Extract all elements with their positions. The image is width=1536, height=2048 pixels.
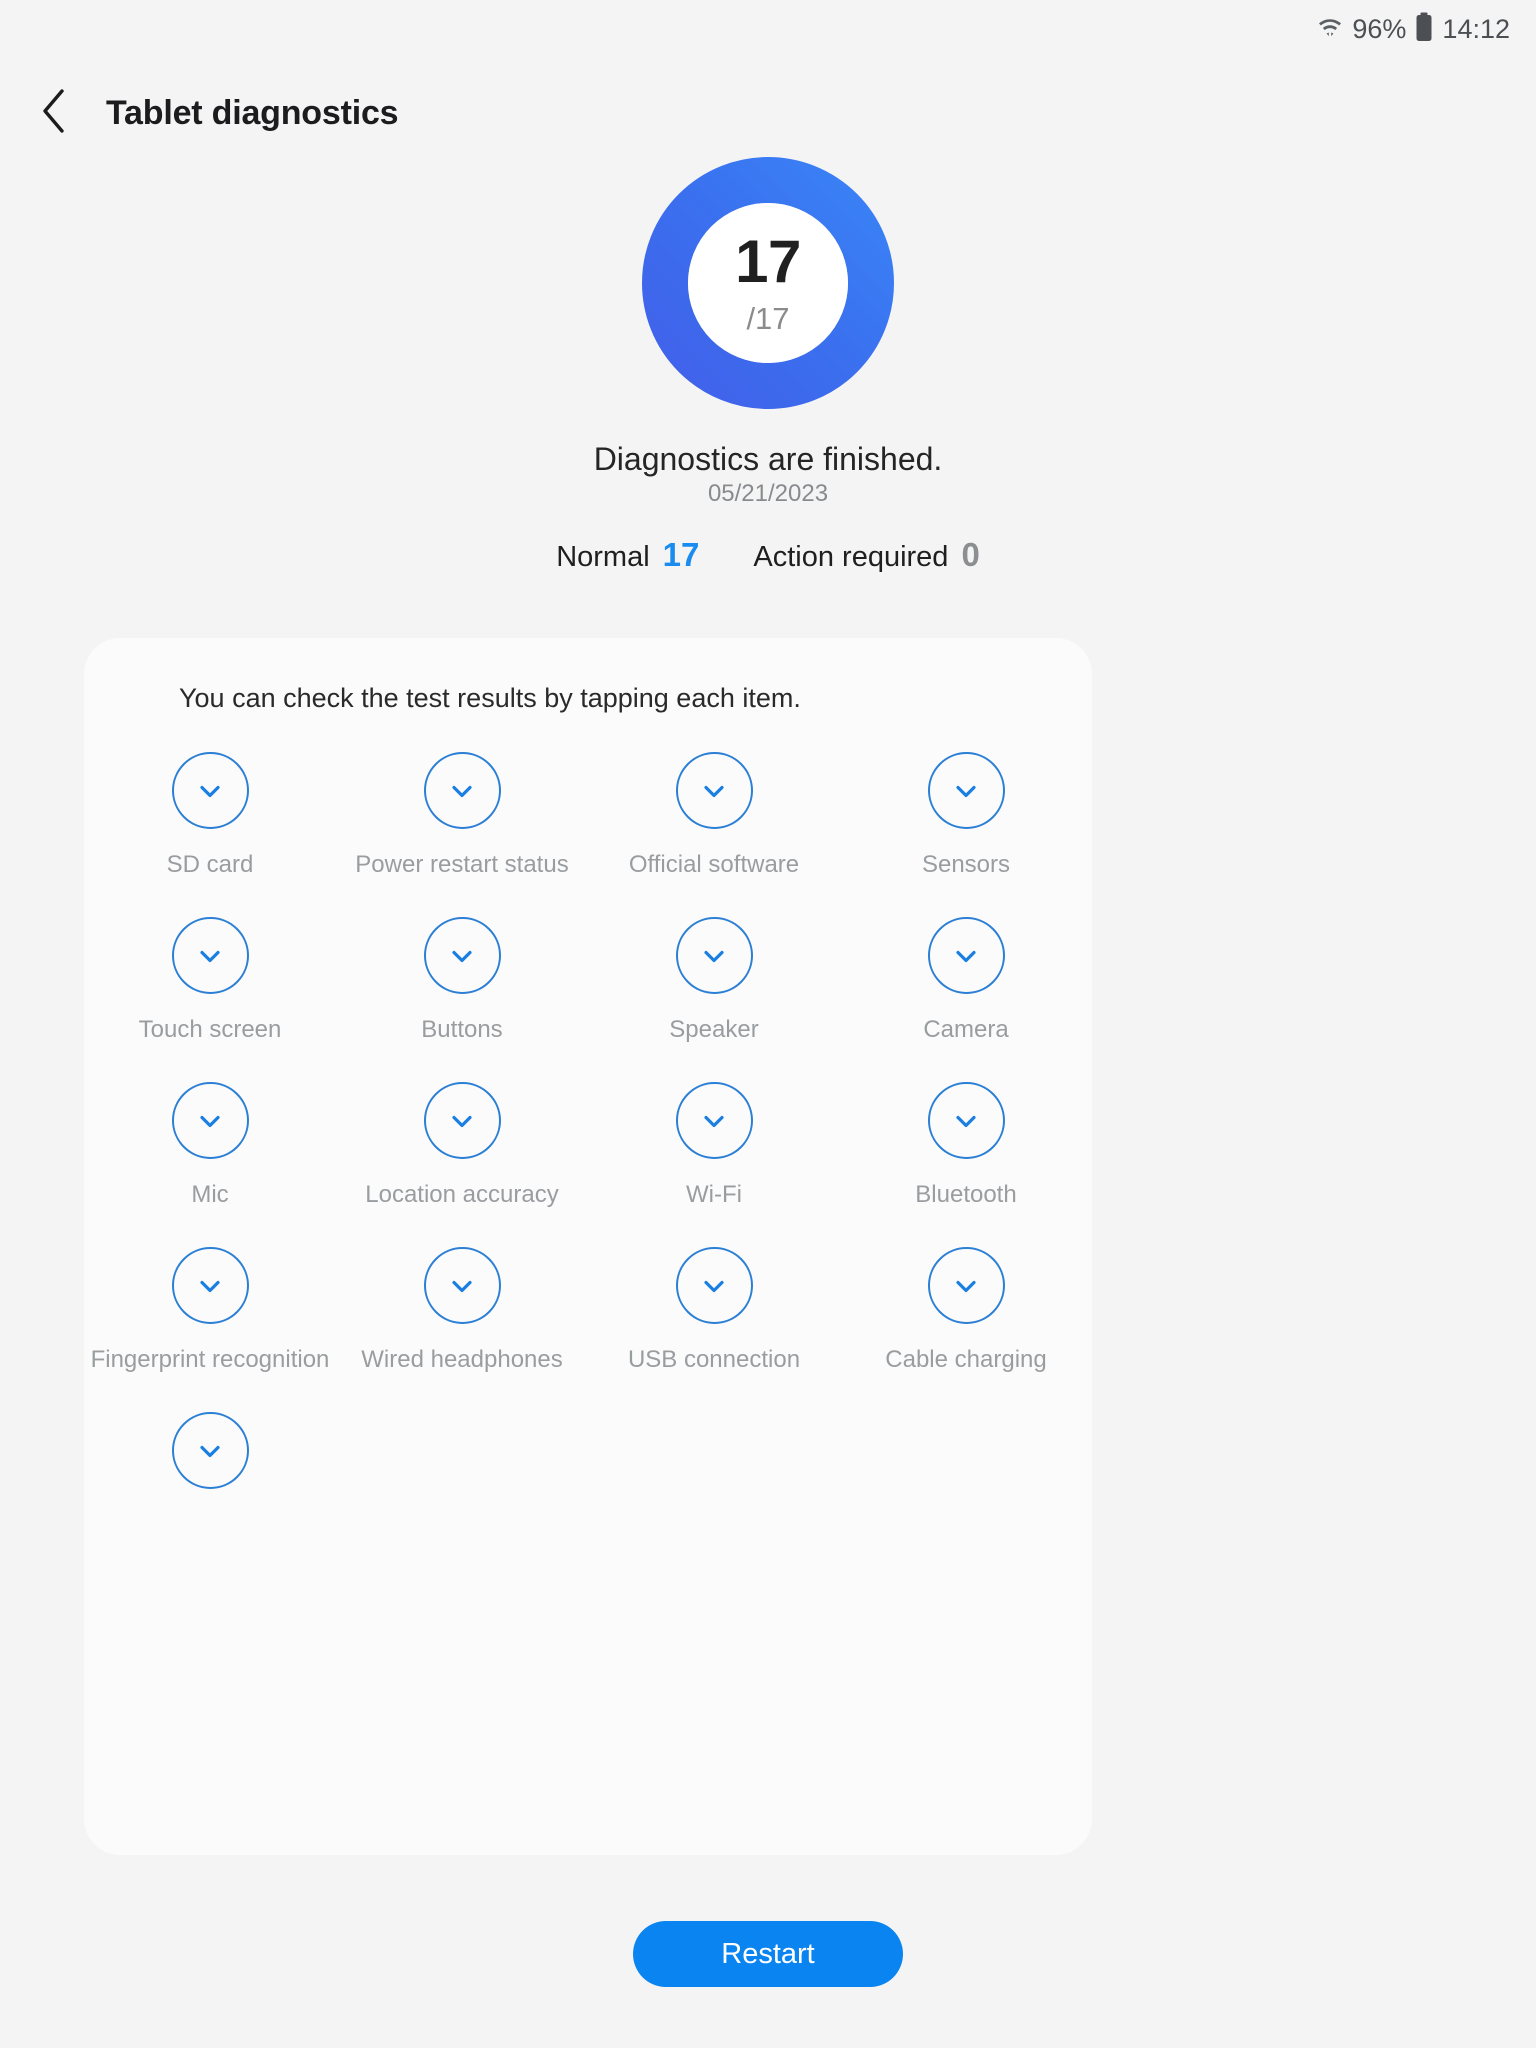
test-results-card: You can check the test results by tappin… xyxy=(84,638,1092,1855)
diagnostics-status-message: Diagnostics are finished. xyxy=(593,441,943,477)
test-result-label: Cable charging xyxy=(885,1346,1047,1373)
diagnostics-progress-ring: 17 /17 xyxy=(642,157,894,409)
test-result-item[interactable]: SD card xyxy=(84,740,336,905)
check-icon xyxy=(171,752,249,829)
status-bar-right-group: 96% 14:12 xyxy=(1317,12,1510,47)
action-required-label: Action required xyxy=(753,541,949,573)
test-result-item[interactable]: Location accuracy xyxy=(336,1070,588,1235)
test-result-item[interactable]: Mic xyxy=(84,1070,336,1235)
test-result-label: Wi-Fi xyxy=(686,1181,742,1208)
test-result-label: Camera xyxy=(923,1016,1009,1043)
check-icon xyxy=(675,1247,753,1324)
status-bar: 96% 14:12 xyxy=(0,0,1536,58)
check-icon xyxy=(171,1082,249,1159)
back-button[interactable] xyxy=(22,81,86,145)
ring-completed-count: 17 xyxy=(735,228,801,295)
test-result-label: Official software xyxy=(628,851,800,878)
test-result-label: Fingerprint recognition xyxy=(90,1346,330,1373)
clock-label: 14:12 xyxy=(1442,13,1510,44)
test-result-item[interactable]: Official software xyxy=(588,740,840,905)
restart-button[interactable]: Restart xyxy=(633,1921,903,1987)
battery-icon xyxy=(1415,12,1433,47)
test-result-label: Sensors xyxy=(921,851,1011,878)
check-icon xyxy=(423,1247,501,1324)
check-icon xyxy=(675,1082,753,1159)
test-result-label: Power restart status xyxy=(355,851,569,878)
test-result-item[interactable]: Wi-Fi xyxy=(588,1070,840,1235)
check-icon xyxy=(171,917,249,994)
check-icon xyxy=(171,1247,249,1324)
check-icon xyxy=(675,917,753,994)
card-hint-text: You can check the test results by tappin… xyxy=(179,683,801,713)
action-required-value: 0 xyxy=(961,536,980,573)
ring-center-content: 17 /17 xyxy=(642,157,894,409)
test-result-label: Mic xyxy=(191,1181,229,1208)
diagnostics-date: 05/21/2023 xyxy=(707,480,829,507)
wifi-icon xyxy=(1317,13,1343,46)
check-icon xyxy=(927,1247,1005,1324)
test-result-label: Buttons xyxy=(421,1016,503,1043)
app-header: Tablet diagnostics xyxy=(0,74,1536,152)
check-icon xyxy=(927,752,1005,829)
test-result-label: Location accuracy xyxy=(365,1181,559,1208)
test-result-item[interactable]: Power restart status xyxy=(336,740,588,905)
check-icon xyxy=(675,752,753,829)
battery-percent-label: 96% xyxy=(1352,13,1407,44)
test-result-item[interactable] xyxy=(84,1400,336,1565)
ring-total-count: /17 xyxy=(746,301,790,336)
check-icon xyxy=(927,1082,1005,1159)
summary-counts-row: Normal 17 Action required 0 xyxy=(0,536,1536,574)
test-result-item[interactable]: Speaker xyxy=(588,905,840,1070)
check-icon xyxy=(927,917,1005,994)
test-result-item[interactable]: Touch screen xyxy=(84,905,336,1070)
back-chevron-icon xyxy=(39,88,69,139)
test-result-item[interactable]: Sensors xyxy=(840,740,1092,905)
test-result-item[interactable]: Bluetooth xyxy=(840,1070,1092,1235)
normal-count-label: Normal xyxy=(556,541,650,573)
test-result-item[interactable]: Camera xyxy=(840,905,1092,1070)
test-result-label: Wired headphones xyxy=(361,1346,563,1373)
test-result-label: USB connection xyxy=(627,1346,801,1373)
test-result-item[interactable]: USB connection xyxy=(588,1235,840,1400)
check-icon xyxy=(423,1082,501,1159)
page-title: Tablet diagnostics xyxy=(106,93,399,132)
normal-count-value: 17 xyxy=(662,536,700,573)
test-result-item[interactable]: Buttons xyxy=(336,905,588,1070)
test-result-label: Bluetooth xyxy=(915,1181,1017,1208)
check-icon xyxy=(423,752,501,829)
test-result-item[interactable]: Wired headphones xyxy=(336,1235,588,1400)
check-icon xyxy=(423,917,501,994)
test-result-label: Touch screen xyxy=(138,1016,282,1043)
check-icon xyxy=(171,1412,249,1489)
test-results-grid: SD card Power restart status Official soft… xyxy=(84,740,1092,1565)
test-result-label: Speaker xyxy=(669,1016,759,1043)
test-result-item[interactable]: Cable charging xyxy=(840,1235,1092,1400)
test-result-label: SD card xyxy=(166,851,254,878)
test-result-item[interactable]: Fingerprint recognition xyxy=(84,1235,336,1400)
